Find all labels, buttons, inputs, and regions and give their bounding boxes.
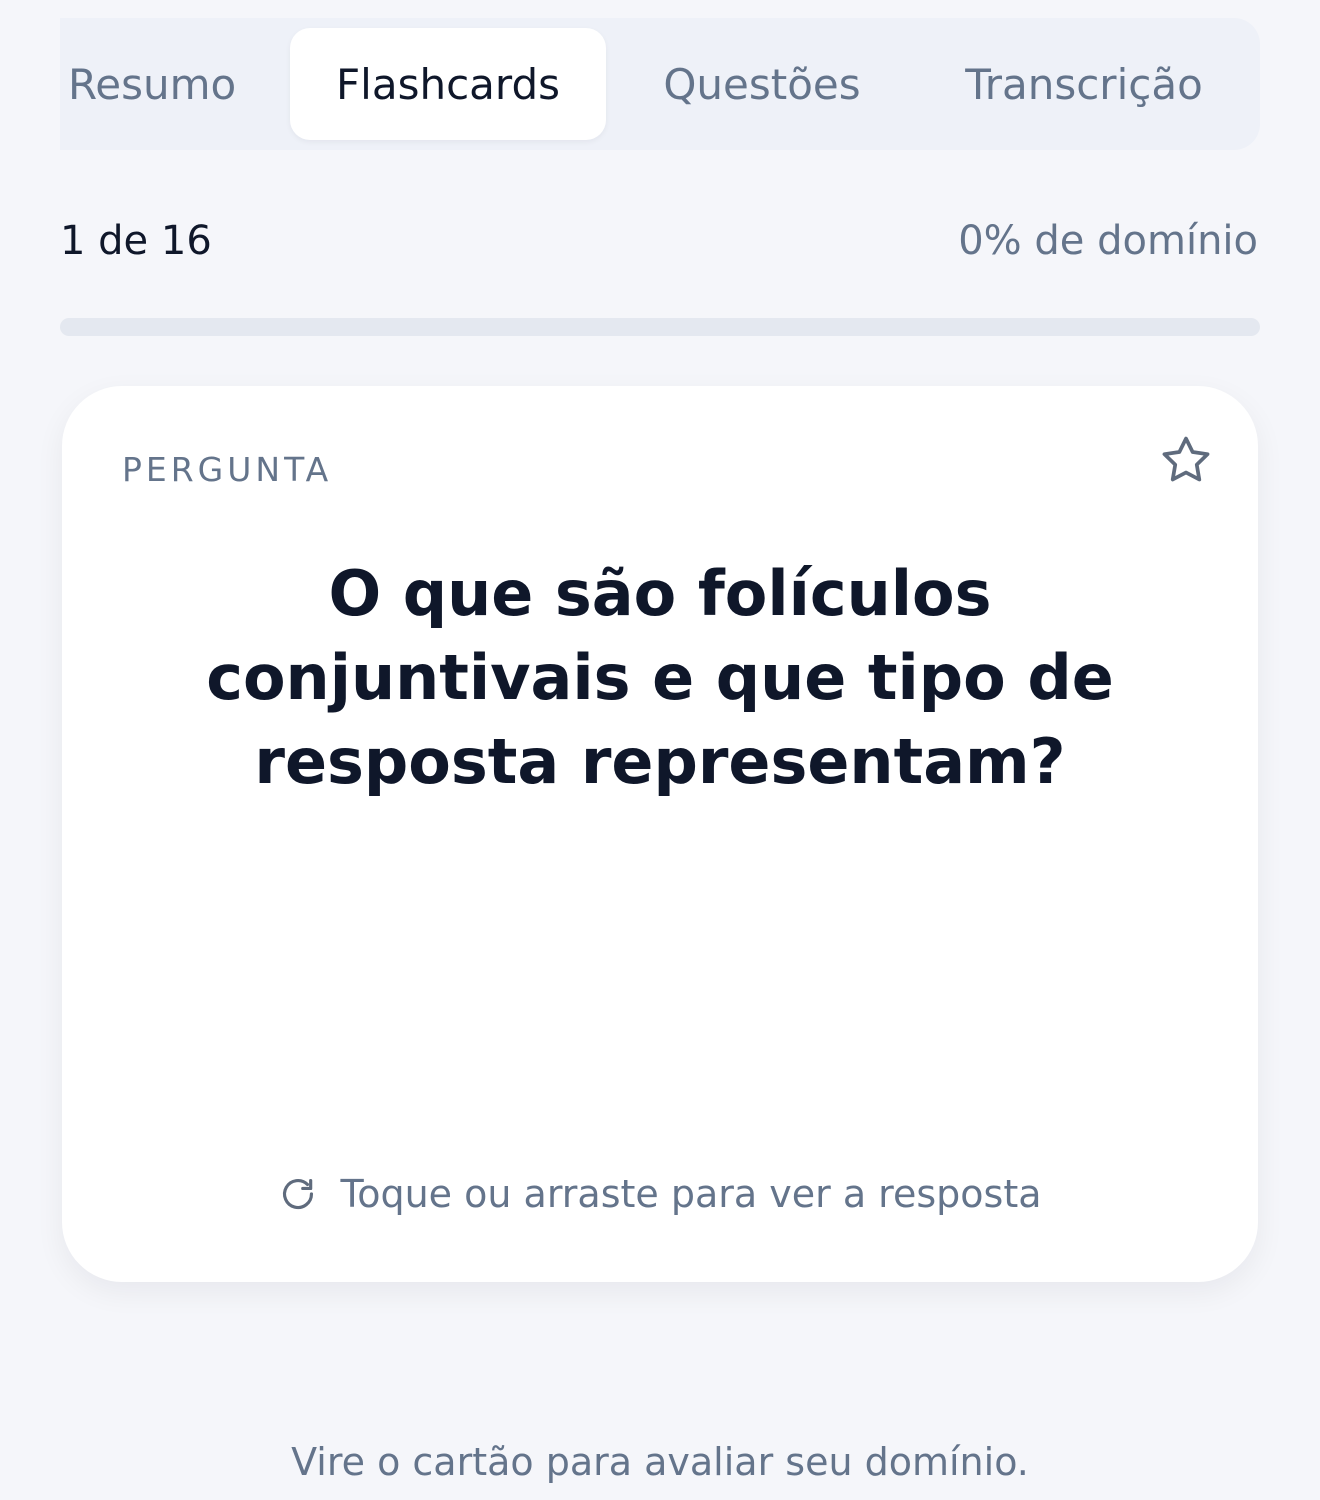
refresh-icon xyxy=(278,1174,318,1214)
progress-row: 1 de 16 0% de domínio xyxy=(60,210,1260,274)
card-side-label: PERGUNTA xyxy=(122,450,333,489)
footer-instruction: Vire o cartão para avaliar seu domínio. xyxy=(291,1440,1029,1484)
tab-flashcards[interactable]: Flashcards xyxy=(290,28,606,140)
flashcard[interactable]: PERGUNTA O que são folículos conjuntivai… xyxy=(62,386,1258,1282)
flip-hint-label: Toque ou arraste para ver a resposta xyxy=(340,1172,1042,1216)
mastery-percentage: 0% de domínio xyxy=(958,218,1258,264)
tab-resumo[interactable]: Resumo xyxy=(60,28,248,140)
flashcard-question: O que são folículos conjuntivais e que t… xyxy=(206,557,1114,798)
tab-transcricao[interactable]: Transcrição xyxy=(948,28,1220,140)
star-outline-icon[interactable] xyxy=(1157,432,1215,488)
favorite-button[interactable] xyxy=(1154,428,1218,492)
tab-bar: Resumo Flashcards Questões Transcrição xyxy=(60,18,1260,150)
card-counter: 1 de 16 xyxy=(60,218,212,264)
progress-bar xyxy=(60,318,1260,336)
flip-hint[interactable]: Toque ou arraste para ver a resposta xyxy=(62,1172,1258,1216)
tab-questoes[interactable]: Questões xyxy=(626,28,898,140)
